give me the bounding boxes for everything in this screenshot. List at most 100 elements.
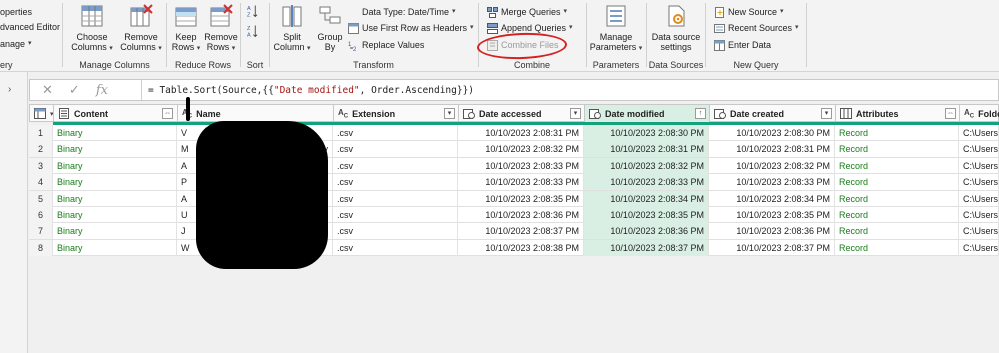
cell-date-created[interactable]: 10/10/2023 2:08:31 PM [709,141,835,158]
row-number[interactable]: 3 [29,157,53,174]
cell-attributes[interactable]: Record [835,206,959,223]
cell-attributes[interactable]: Record [835,190,959,207]
cell-attributes[interactable]: Record [835,125,959,141]
cell-date-modified[interactable]: 10/10/2023 2:08:36 PM [584,223,709,240]
cell-date-created[interactable]: 10/10/2023 2:08:33 PM [709,174,835,191]
cell-extension[interactable]: .csv [333,239,458,256]
cell-extension[interactable]: .csv [333,190,458,207]
expand-icon[interactable]: ⇔ [945,108,956,119]
cell-folder[interactable]: C:\Users\ [959,125,999,141]
cell-folder[interactable]: C:\Users\ [959,190,999,207]
cell-date-accessed[interactable]: 10/10/2023 2:08:38 PM [458,239,584,256]
cell-date-accessed[interactable]: 10/10/2023 2:08:37 PM [458,223,584,240]
cell-attributes[interactable]: Record [835,174,959,191]
cell-date-accessed[interactable]: 10/10/2023 2:08:33 PM [458,157,584,174]
data-type-button[interactable]: Data Type: Date/Time ▾ [348,5,456,19]
cell-date-created[interactable]: 10/10/2023 2:08:30 PM [709,125,835,141]
cell-content[interactable]: Binary [53,239,177,256]
cell-date-created[interactable]: 10/10/2023 2:08:34 PM [709,190,835,207]
fx-icon[interactable]: fx [96,83,108,98]
merge-queries-button[interactable]: Merge Queries ▾ [487,5,567,19]
cell-content[interactable]: Binary [53,223,177,240]
choose-columns-button[interactable]: Choose Columns ▾ [67,4,117,54]
cell-folder[interactable]: C:\Users\ [959,239,999,256]
cell-extension[interactable]: .csv [333,125,458,141]
cell-date-created[interactable]: 10/10/2023 2:08:32 PM [709,157,835,174]
cell-attributes[interactable]: Record [835,223,959,240]
properties-button[interactable]: operties [0,5,32,19]
cancel-icon[interactable]: ✕ [42,82,53,98]
cell-content[interactable]: Binary [53,125,177,141]
data-source-settings-button[interactable]: Data source settings [647,4,705,52]
split-column-button[interactable]: Split Column ▾ [272,4,312,54]
new-source-button[interactable]: New Source ▾ [714,5,784,19]
recent-sources-button[interactable]: Recent Sources ▾ [714,21,799,35]
cell-content[interactable]: Binary [53,141,177,158]
cell-date-created[interactable]: 10/10/2023 2:08:37 PM [709,239,835,256]
row-number[interactable]: 5 [29,190,53,207]
cell-date-created[interactable]: 10/10/2023 2:08:35 PM [709,206,835,223]
row-number[interactable]: 8 [29,239,53,256]
cell-attributes[interactable]: Record [835,157,959,174]
manage-button[interactable]: anage ▾ [0,37,32,51]
manage-parameters-button[interactable]: Manage Parameters ▾ [587,4,645,54]
table-menu-button[interactable]: ▾ [30,105,54,122]
column-header-attributes[interactable]: Attributes ⇔ [836,105,960,122]
row-number[interactable]: 6 [29,206,53,223]
cell-extension[interactable]: .csv [333,157,458,174]
row-number[interactable]: 1 [29,125,53,141]
sort-descending-button[interactable]: ZA [247,24,258,38]
formula-input[interactable]: = Table.Sort(Source,{{"Date modified", O… [142,85,474,96]
column-header-folder[interactable]: AC Folde [960,105,999,122]
row-number[interactable]: 7 [29,223,53,240]
cell-folder[interactable]: C:\Users\ [959,157,999,174]
cell-content[interactable]: Binary [53,190,177,207]
cell-date-accessed[interactable]: 10/10/2023 2:08:36 PM [458,206,584,223]
chevron-right-icon[interactable]: › [8,84,11,95]
cell-content[interactable]: Binary [53,174,177,191]
confirm-icon[interactable]: ✓ [69,82,80,98]
cell-date-modified[interactable]: 10/10/2023 2:08:32 PM [584,157,709,174]
cell-date-accessed[interactable]: 10/10/2023 2:08:31 PM [458,125,584,141]
use-first-row-headers-button[interactable]: Use First Row as Headers ▾ [348,21,474,35]
column-header-extension[interactable]: AC Extension ▾ [334,105,459,122]
cell-folder[interactable]: C:\Users\ [959,223,999,240]
table-row[interactable]: 1 Binary V .csv 10/10/2023 2:08:31 PM 10/10/2… [29,125,999,142]
cell-date-modified[interactable]: 10/10/2023 2:08:33 PM [584,174,709,191]
cell-date-modified[interactable]: 10/10/2023 2:08:30 PM [584,125,709,141]
replace-values-button[interactable]: 12 Replace Values [348,38,424,52]
cell-date-accessed[interactable]: 10/10/2023 2:08:35 PM [458,190,584,207]
cell-date-modified[interactable]: 10/10/2023 2:08:37 PM [584,239,709,256]
filter-dropdown-icon[interactable]: ▾ [570,108,581,119]
cell-folder[interactable]: C:\Users\ [959,174,999,191]
sort-ascending-button[interactable]: AZ [247,4,258,18]
cell-folder[interactable]: C:\Users\ [959,141,999,158]
cell-extension[interactable]: .csv [333,174,458,191]
group-by-button[interactable]: Group By [314,4,346,52]
filter-dropdown-icon[interactable]: ▾ [821,108,832,119]
cell-attributes[interactable]: Record [835,141,959,158]
cell-extension[interactable]: .csv [333,206,458,223]
expand-icon[interactable]: ⇔ [162,108,173,119]
filter-dropdown-icon[interactable]: ▾ [444,108,455,119]
column-header-date-modified[interactable]: Date modified ↑ [585,105,710,122]
keep-rows-button[interactable]: Keep Rows ▾ [169,4,203,54]
cell-extension[interactable]: .csv [333,141,458,158]
table-row[interactable]: 8 Binary W .csv 10/10/2023 2:08:38 PM 10/10/2… [29,239,999,257]
table-row[interactable]: 2BinaryMsv.csv10/10/2023 2:08:32 PM10/10… [29,141,999,158]
cell-folder[interactable]: C:\Users\ [959,206,999,223]
cell-date-accessed[interactable]: 10/10/2023 2:08:33 PM [458,174,584,191]
table-row[interactable]: 5 Binary A .csv 10/10/2023 2:08:35 PM 10/10/2… [29,190,999,207]
cell-date-modified[interactable]: 10/10/2023 2:08:34 PM [584,190,709,207]
cell-attributes[interactable]: Record [835,239,959,256]
column-header-date-created[interactable]: Date created ▾ [710,105,836,122]
cell-extension[interactable]: .csv [333,223,458,240]
enter-data-button[interactable]: Enter Data [714,38,771,52]
cell-date-accessed[interactable]: 10/10/2023 2:08:32 PM [458,141,584,158]
row-number[interactable]: 4 [29,174,53,191]
table-row[interactable]: 3 Binary A .csv 10/10/2023 2:08:33 PM 10/10/2… [29,157,999,175]
column-header-name[interactable]: AC Name [178,105,334,122]
cell-date-modified[interactable]: 10/10/2023 2:08:35 PM [584,206,709,223]
table-row[interactable]: 6BinaryUv.csv10/10/2023 2:08:36 PM10/10/… [29,206,999,224]
table-row[interactable]: 7 Binary J .csv 10/10/2023 2:08:37 PM 10/10/2… [29,223,999,240]
